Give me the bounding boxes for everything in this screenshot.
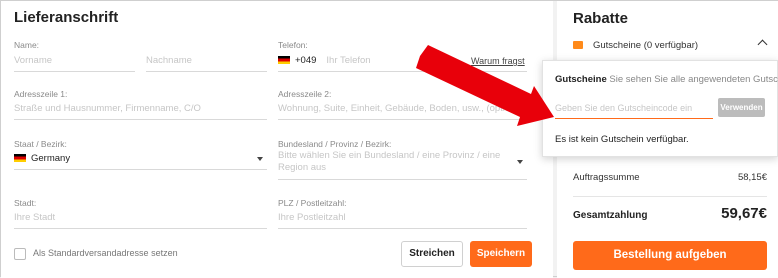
phone-label: Telefon: <box>278 40 308 50</box>
place-order-button[interactable]: Bestellung aufgeben <box>573 241 767 270</box>
default-address-checkbox[interactable] <box>14 248 26 260</box>
coupons-toggle[interactable]: Gutscheine (0 verfügbar) <box>593 40 698 51</box>
phone-country-code: +049 <box>295 55 317 66</box>
coupon-popup-heading: Gutscheine Sie sehen Sie alle angewendet… <box>555 74 778 85</box>
coupon-popup: Gutscheine Sie sehen Sie alle angewendet… <box>542 60 778 157</box>
province-select[interactable]: Bitte wählen Sie ein Bundesland / eine P… <box>278 150 527 180</box>
shipping-address-card: Lieferanschrift Name: Vorname Nachname T… <box>1 1 553 278</box>
name-label: Name: <box>14 40 40 50</box>
chevron-up-icon[interactable] <box>757 39 768 50</box>
divider <box>573 196 767 197</box>
zip-input[interactable]: Ihre Postleitzahl <box>278 207 527 229</box>
apply-coupon-button[interactable]: Verwenden <box>718 98 765 117</box>
shipping-address-title: Lieferanschrift <box>14 9 119 26</box>
order-sum-value: 58,15€ <box>737 172 767 183</box>
dropdown-caret-icon <box>257 157 263 161</box>
coupon-icon <box>573 41 583 49</box>
address-line2-input[interactable]: Wohnung, Suite, Einheit, Gebäude, Boden,… <box>278 98 527 120</box>
total-label: Gesamtzahlung <box>573 210 648 221</box>
lastname-input[interactable]: Nachname <box>146 50 267 72</box>
no-coupon-message: Es ist kein Gutschein verfügbar. <box>555 134 689 145</box>
phone-help-link[interactable]: Warum fragst <box>471 56 525 66</box>
state-select[interactable]: Germany <box>14 148 267 170</box>
total-value: 59,67€ <box>721 205 767 222</box>
discounts-title: Rabatte <box>573 10 629 27</box>
cancel-button[interactable]: Streichen <box>401 241 463 267</box>
order-sum-label: Auftragssumme <box>573 172 640 183</box>
germany-flag-icon <box>14 154 26 163</box>
save-button[interactable]: Speichern <box>470 241 532 267</box>
state-value: Germany <box>31 153 71 164</box>
default-address-label: Als Standardversandadresse setzen <box>33 248 178 258</box>
coupon-popup-subtitle: Sie sehen Sie alle angewendeten Gutschei… <box>609 74 778 85</box>
checkout-page: Lieferanschrift Name: Vorname Nachname T… <box>0 0 778 278</box>
phone-placeholder: Ihr Telefon <box>326 55 371 66</box>
province-placeholder-line1: Bitte wählen Sie ein Bundesland / eine P… <box>278 150 501 161</box>
city-input[interactable]: Ihre Stadt <box>14 207 267 229</box>
firstname-input[interactable]: Vorname <box>14 50 135 72</box>
dropdown-caret-icon <box>517 160 523 164</box>
coupon-popup-title: Gutscheine <box>555 74 607 85</box>
germany-flag-icon <box>278 56 290 65</box>
province-label: Bundesland / Provinz / Bezirk: <box>278 139 392 149</box>
province-placeholder-line2: Region aus <box>278 162 327 173</box>
address-line1-input[interactable]: Straße und Hausnummer, Firmenname, C/O <box>14 98 267 120</box>
coupon-code-input[interactable]: Geben Sie den Gutscheincode ein <box>555 97 713 119</box>
